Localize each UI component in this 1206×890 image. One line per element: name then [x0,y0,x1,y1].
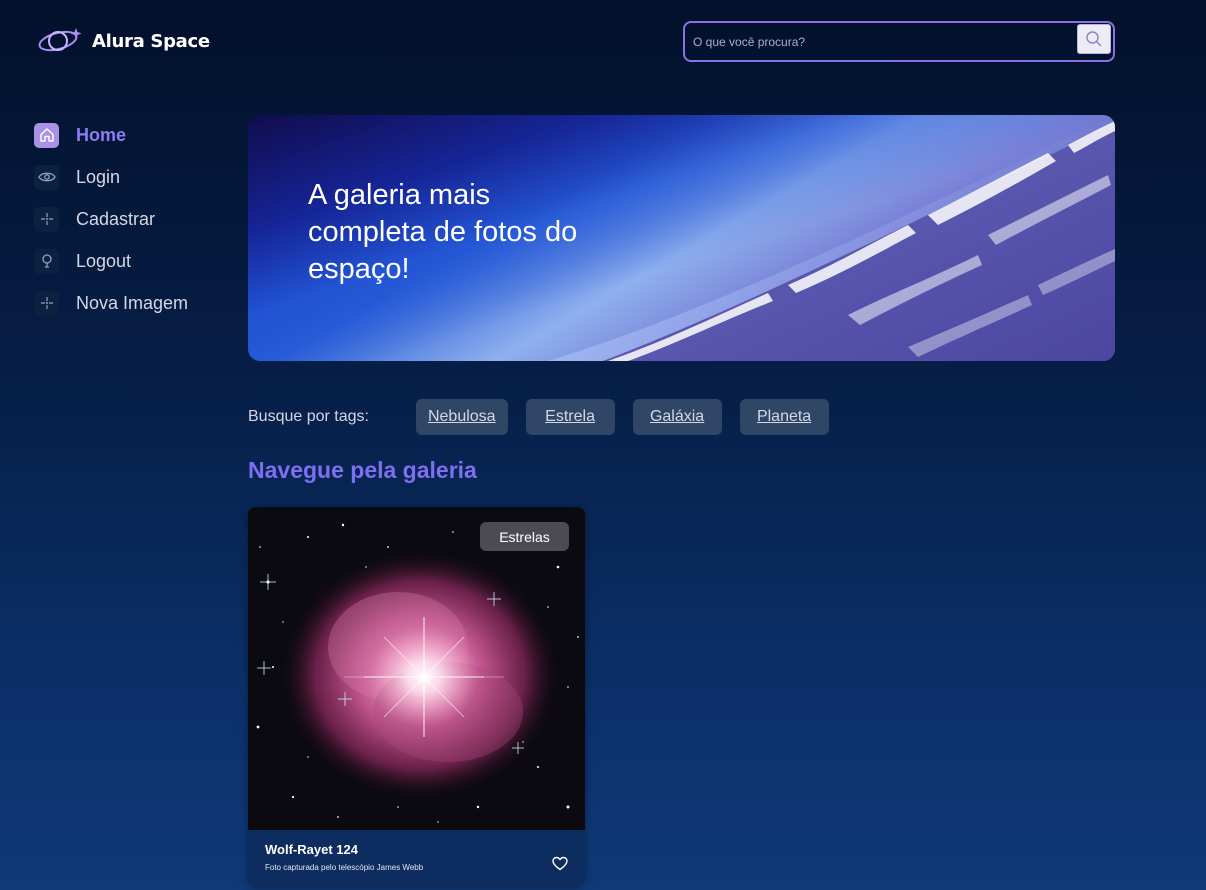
sidebar-item-label: Logout [76,250,132,271]
tag-planeta[interactable]: Planeta [739,399,829,435]
tags-label: Busque por tags: [248,408,369,425]
sidebar-item-nova-imagem[interactable]: Nova Imagem [34,282,188,324]
banner-title: A galeria mais completa de fotos do espa… [308,179,578,285]
heart-icon[interactable] [552,856,568,876]
logo-text: Alura Space [92,30,210,52]
sidebar-item-login[interactable]: Login [34,156,188,198]
sidebar-item-home[interactable]: Home [34,114,188,156]
sparkle-icon [34,290,59,316]
tag-nebulosa[interactable]: Nebulosa [415,399,508,435]
search-bar [683,21,1115,62]
gallery-title: Navegue pela galeria [248,457,477,483]
sidebar-item-label: Home [76,124,127,145]
sparkle-icon [34,206,59,232]
sidebar-item-label: Login [76,166,121,187]
card-tag-badge: Estrelas [480,522,569,551]
sidebar-item-cadastrar[interactable]: Cadastrar [34,198,188,240]
tag-estrela[interactable]: Estrela [525,399,615,435]
sidebar-item-label: Cadastrar [76,208,156,229]
home-icon [34,122,59,148]
tag-filter: Busque por tags: Nebulosa Estrela Galáxi… [248,399,847,435]
logo[interactable]: Alura Space [36,24,210,58]
sidebar-item-logout[interactable]: Logout [34,240,188,282]
sidebar-item-label: Nova Imagem [76,292,189,313]
sidebar-nav: Home Login Cadastrar Logout Nova Imagem [34,114,188,324]
search-button[interactable] [1077,23,1111,54]
eye-icon [34,164,59,190]
tag-galaxia[interactable]: Galáxia [632,399,722,435]
search-icon [1086,30,1102,46]
nebula-image [248,507,585,830]
card-footer: Wolf-Rayet 124 Foto capturada pelo teles… [248,830,585,886]
gallery-card[interactable]: Estrelas Wolf-Rayet 124 Foto capturada p… [248,507,585,886]
card-subtitle: Foto capturada pelo telescópio James Web… [265,863,424,872]
card-title: Wolf-Rayet 124 [265,842,358,857]
hero-banner: A galeria mais completa de fotos do espa… [248,115,1115,361]
bulb-icon [34,248,59,274]
search-input[interactable] [685,23,1077,60]
planet-logo-icon [38,28,82,52]
